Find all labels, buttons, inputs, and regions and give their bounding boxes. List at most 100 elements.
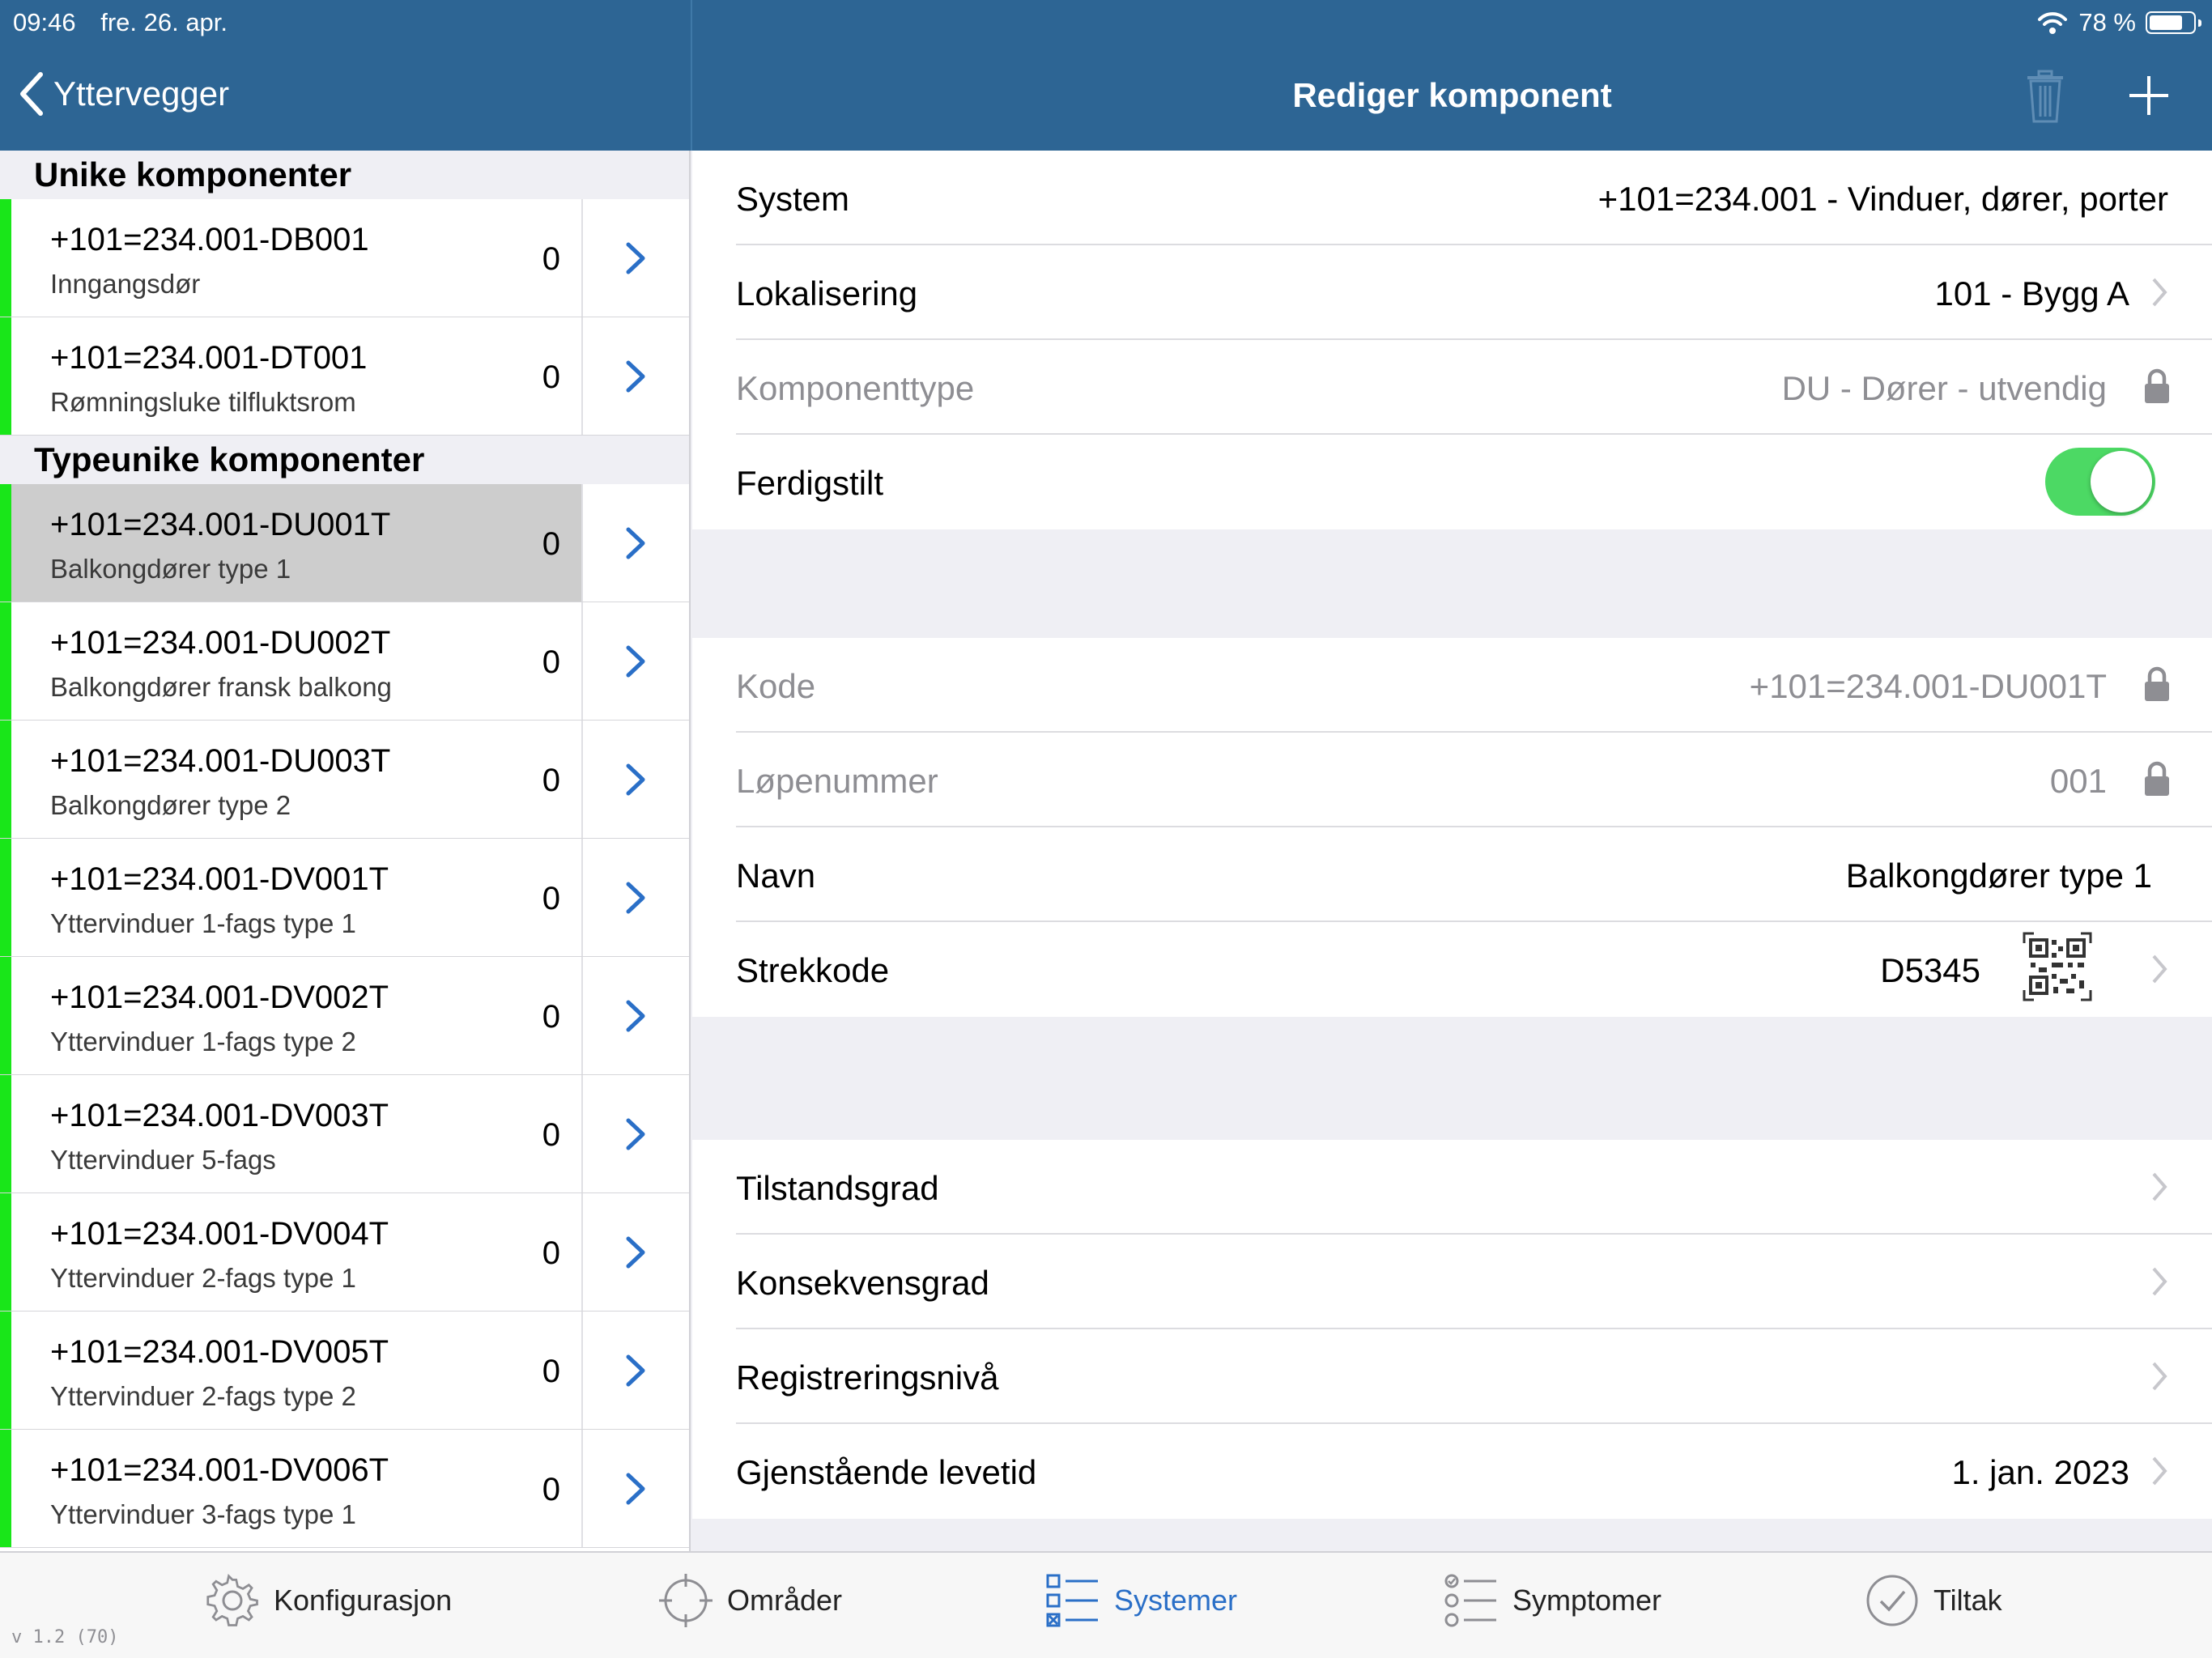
ferdigstilt-toggle[interactable] <box>2045 448 2155 516</box>
list-item[interactable]: +101=234.001-DU003T Balkongdører type 2 0 <box>0 721 689 839</box>
row-separator <box>581 957 583 1074</box>
list-item-main[interactable]: +101=234.001-DU002T Balkongdører fransk b… <box>11 602 581 720</box>
list-item-main[interactable]: +101=234.001-DV004T Yttervinduer 2-fags t… <box>11 1193 581 1311</box>
list-item-main[interactable]: +101=234.001-DV002T Yttervinduer 1-fags t… <box>11 957 581 1074</box>
list-item[interactable]: +101=234.001-DV006T Yttervinduer 3-fags t… <box>0 1430 689 1548</box>
lock-icon <box>2145 666 2169 701</box>
list-item[interactable]: +101=234.001-DV004T Yttervinduer 2-fags t… <box>0 1193 689 1312</box>
levetid-field[interactable]: Gjenstående levetid 1. jan. 2023 <box>736 1424 2212 1519</box>
chevron-right-icon <box>2152 1267 2167 1296</box>
component-description: Inngangsdør <box>50 269 201 299</box>
lokalisering-field[interactable]: Lokalisering 101 - Bygg A <box>736 245 2212 340</box>
check-circle-icon <box>1866 1575 1918 1626</box>
konsekvensgrad-field[interactable]: Konsekvensgrad <box>736 1235 2212 1329</box>
list-item[interactable]: +101=234.001-DU002T Balkongdører fransk b… <box>0 602 689 721</box>
list-item[interactable]: +101=234.001-DV001T Yttervinduer 1-fags t… <box>0 839 689 957</box>
chevron-right-icon[interactable] <box>623 1116 648 1153</box>
list-item-main[interactable]: +101=234.001-DV001T Yttervinduer 1-fags t… <box>11 839 581 956</box>
status-bar-clock: 09:46 fre. 26. apr. <box>13 8 228 37</box>
status-indicator <box>0 1312 11 1429</box>
ferdigstilt-label: Ferdigstilt <box>736 464 884 502</box>
component-count: 0 <box>542 359 560 395</box>
component-description: Yttervinduer 1-fags type 1 <box>50 908 356 938</box>
wifi-icon <box>2038 12 2068 34</box>
status-date: fre. 26. apr. <box>100 8 228 36</box>
page-title: Rediger komponent <box>1292 76 1612 114</box>
lopenummer-value: 001 <box>2049 762 2107 800</box>
status-indicator <box>0 1075 11 1192</box>
chevron-right-icon[interactable] <box>623 1352 648 1389</box>
component-count: 0 <box>542 1472 560 1507</box>
qr-code-icon[interactable] <box>2023 932 2092 1001</box>
nav-header: 09:46 fre. 26. apr. 78 % Yttervegger Red… <box>0 0 2212 151</box>
system-field[interactable]: System +101=234.001 - Vinduer, dører, po… <box>736 151 2212 245</box>
tab-symptomer[interactable]: Symptomer <box>1444 1574 1661 1627</box>
list-item-main[interactable]: +101=234.001-DU003T Balkongdører type 2 0 <box>11 721 581 838</box>
crosshair-icon <box>659 1574 713 1627</box>
row-separator <box>581 1075 583 1192</box>
list-item-main[interactable]: +101=234.001-DU001T Balkongdører type 1 0 <box>11 484 581 602</box>
component-code: +101=234.001-DU001T <box>50 507 391 542</box>
component-description: Yttervinduer 3-fags type 1 <box>50 1499 356 1529</box>
component-code: +101=234.001-DV002T <box>50 980 389 1015</box>
chevron-right-icon[interactable] <box>623 643 648 680</box>
list-item[interactable]: +101=234.001-DV003T Yttervinduer 5-fags 0 <box>0 1075 689 1193</box>
form-group-identity: Kode +101=234.001-DU001T Løpenummer 001 … <box>692 638 2212 1017</box>
section-header-type-unique: Typeunike komponenter <box>0 436 689 484</box>
list-item-main[interactable]: +101=234.001-DB001 Inngangsdør 0 <box>11 199 581 317</box>
levetid-value: 1. jan. 2023 <box>1951 1453 2129 1491</box>
battery-percent: 78 % <box>2078 8 2136 36</box>
lokalisering-value: 101 - Bygg A <box>1934 274 2130 312</box>
chevron-right-icon[interactable] <box>623 761 648 798</box>
list-item-main[interactable]: +101=234.001-DV003T Yttervinduer 5-fags 0 <box>11 1075 581 1192</box>
add-icon[interactable] <box>2128 74 2170 117</box>
navn-field[interactable]: Navn Balkongdører type 1 <box>736 827 2212 922</box>
list-item[interactable]: +101=234.001-DB001 Inngangsdør 0 <box>0 199 689 317</box>
list-item-main[interactable]: +101=234.001-DT001 Rømningsluke tilflukts… <box>11 317 581 435</box>
trash-icon[interactable] <box>2024 70 2066 125</box>
status-bar-right: 78 % <box>2036 8 2201 37</box>
lopenummer-field: Løpenummer 001 <box>736 733 2212 827</box>
chevron-left-icon <box>20 72 43 116</box>
tab-konfigurasjon[interactable]: Konfigurasjon <box>206 1574 452 1627</box>
registreringsniva-field[interactable]: Registreringsnivå <box>736 1329 2212 1424</box>
list-item[interactable]: +101=234.001-DV005T Yttervinduer 2-fags t… <box>0 1312 689 1430</box>
row-separator <box>581 1430 583 1547</box>
strekkode-field[interactable]: Strekkode D5345 <box>736 922 2212 1017</box>
chevron-right-icon[interactable] <box>623 525 648 562</box>
registreringsniva-label: Registreringsnivå <box>736 1358 999 1397</box>
navn-input[interactable]: Balkongdører type 1 <box>1846 857 2152 895</box>
battery-icon <box>2146 11 2201 34</box>
levetid-label: Gjenstående levetid <box>736 1453 1037 1491</box>
component-description: Yttervinduer 1-fags type 2 <box>50 1027 356 1056</box>
tab-tiltak[interactable]: Tiltak <box>1865 1574 2002 1627</box>
tilstandsgrad-field[interactable]: Tilstandsgrad <box>736 1140 2212 1235</box>
tab-label: Symptomer <box>1512 1584 1662 1617</box>
chevron-right-icon[interactable] <box>623 240 648 277</box>
form-group-assessment: Tilstandsgrad Konsekvensgrad Registrerin… <box>692 1140 2212 1519</box>
back-button[interactable]: Yttervegger <box>18 71 229 117</box>
component-description: Yttervinduer 2-fags type 2 <box>50 1381 356 1411</box>
chevron-right-icon <box>2152 1172 2167 1201</box>
list-item[interactable]: +101=234.001-DV002T Yttervinduer 1-fags t… <box>0 957 689 1075</box>
tilstandsgrad-label: Tilstandsgrad <box>736 1169 939 1207</box>
list-item[interactable]: +101=234.001-DU001T Balkongdører type 1 0 <box>0 484 689 602</box>
ferdigstilt-field: Ferdigstilt <box>736 435 2212 529</box>
component-code: +101=234.001-DB001 <box>50 222 369 257</box>
component-count: 0 <box>542 1117 560 1153</box>
row-separator <box>581 1193 583 1311</box>
list-item-main[interactable]: +101=234.001-DV006T Yttervinduer 3-fags t… <box>11 1430 581 1547</box>
tab-systemer[interactable]: Systemer <box>1046 1574 1237 1627</box>
chevron-right-icon <box>2152 278 2167 307</box>
tab-omrader[interactable]: Områder <box>659 1574 842 1627</box>
list-item-main[interactable]: +101=234.001-DV005T Yttervinduer 2-fags t… <box>11 1312 581 1429</box>
chevron-right-icon[interactable] <box>623 1234 648 1271</box>
status-indicator <box>0 484 11 602</box>
chevron-right-icon[interactable] <box>623 1470 648 1507</box>
list-item[interactable]: +101=234.001-DT001 Rømningsluke tilflukts… <box>0 317 689 436</box>
chevron-right-icon[interactable] <box>623 997 648 1035</box>
kode-field: Kode +101=234.001-DU001T <box>736 638 2212 733</box>
chevron-right-icon[interactable] <box>623 358 648 395</box>
section-unique-rows: +101=234.001-DB001 Inngangsdør 0 +101=234.0… <box>0 199 689 436</box>
chevron-right-icon[interactable] <box>623 879 648 916</box>
